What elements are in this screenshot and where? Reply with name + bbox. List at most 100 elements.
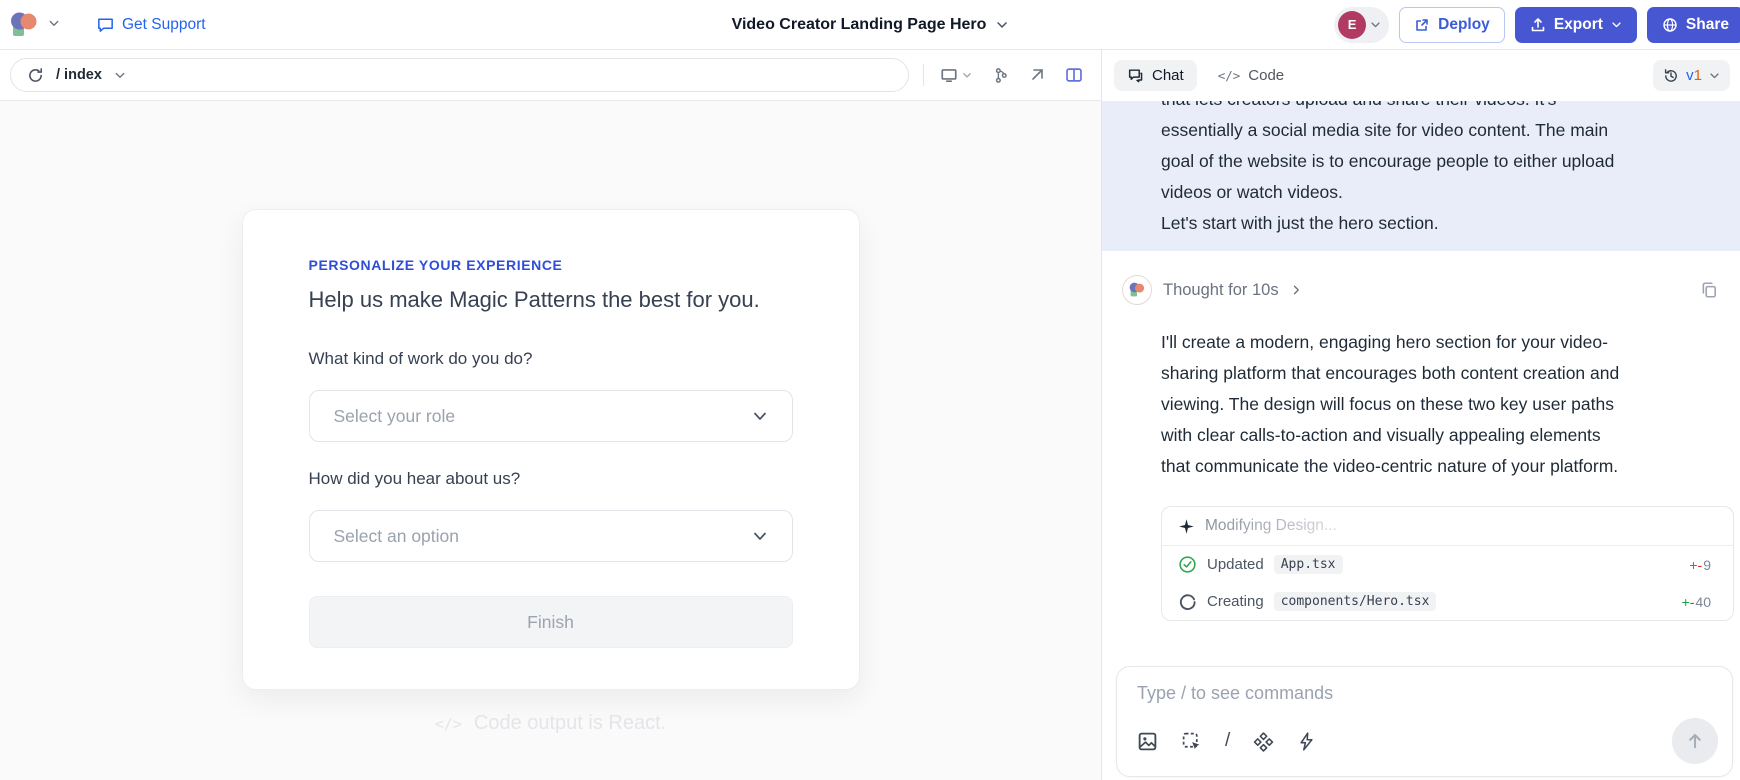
version-label-v: v bbox=[1686, 67, 1694, 84]
chevron-down-icon bbox=[1611, 19, 1622, 30]
diff-minus: - bbox=[1690, 594, 1695, 610]
preview-toolbar: / index bbox=[0, 50, 1101, 101]
topbar-right-group: E Deploy Export bbox=[1334, 7, 1740, 43]
task-row-updated[interactable]: Updated App.tsx +-9 bbox=[1162, 546, 1733, 583]
copy-message-button[interactable] bbox=[1698, 279, 1720, 301]
file-chip[interactable]: App.tsx bbox=[1274, 555, 1343, 574]
account-menu-button[interactable]: E bbox=[1334, 7, 1389, 43]
chevron-down-icon bbox=[1370, 19, 1381, 30]
chevron-down-icon bbox=[752, 528, 768, 544]
share-label: Share bbox=[1686, 16, 1729, 34]
chat-input[interactable] bbox=[1137, 683, 1712, 719]
diff-plus: + bbox=[1689, 557, 1697, 573]
component-tree-button[interactable] bbox=[990, 65, 1011, 86]
upload-icon bbox=[1530, 17, 1546, 33]
deploy-icon bbox=[1414, 17, 1430, 33]
arrow-up-icon bbox=[1685, 731, 1705, 751]
magic-patterns-logo bbox=[10, 11, 38, 39]
project-title-dropdown[interactable]: Video Creator Landing Page Hero bbox=[732, 16, 1009, 34]
quick-actions-button[interactable] bbox=[1297, 732, 1316, 751]
export-button[interactable]: Export bbox=[1515, 7, 1637, 43]
chevron-down-icon bbox=[995, 18, 1008, 31]
export-label: Export bbox=[1554, 16, 1603, 34]
lightning-icon bbox=[1297, 732, 1316, 751]
components-button[interactable] bbox=[1253, 731, 1274, 752]
select-element-button[interactable] bbox=[1181, 731, 1202, 752]
chat-pane: Chat </> Code v1 that lets creat bbox=[1102, 50, 1740, 780]
role-select-value: Select your role bbox=[334, 406, 752, 427]
top-bar: Get Support Video Creator Landing Page H… bbox=[0, 0, 1740, 50]
globe-icon bbox=[1662, 17, 1678, 33]
slash-command-button[interactable]: / bbox=[1225, 730, 1230, 752]
diff-minus: - bbox=[1698, 557, 1703, 573]
task-card-header: Modifying Design... bbox=[1162, 507, 1733, 546]
diff-count: 9 bbox=[1703, 557, 1711, 573]
workspace-menu-button[interactable] bbox=[46, 15, 62, 34]
chevron-down-icon bbox=[48, 17, 60, 32]
components-icon bbox=[1253, 731, 1274, 752]
deploy-button[interactable]: Deploy bbox=[1399, 7, 1505, 43]
open-in-new-tab-button[interactable] bbox=[1027, 65, 1047, 85]
finish-button[interactable]: Finish bbox=[309, 596, 793, 648]
versions-tree-icon bbox=[992, 67, 1009, 84]
version-selector[interactable]: v1 bbox=[1653, 60, 1730, 91]
diff-plus: + bbox=[1682, 594, 1690, 610]
chat-input-box: / bbox=[1116, 666, 1733, 777]
role-select[interactable]: Select your role bbox=[309, 390, 793, 442]
tab-chat[interactable]: Chat bbox=[1114, 60, 1197, 91]
code-icon: </> bbox=[435, 715, 462, 733]
modal-eyebrow: PERSONALIZE YOUR EXPERIENCE bbox=[309, 257, 793, 273]
file-chip[interactable]: components/Hero.tsx bbox=[1274, 592, 1437, 611]
role-question-label: What kind of work do you do? bbox=[309, 349, 793, 369]
code-output-label: Code output is React. bbox=[474, 712, 666, 735]
chat-bubbles-icon bbox=[1127, 67, 1144, 84]
task-progress-card: Modifying Design... Updated App.tsx +-9 bbox=[1161, 506, 1734, 621]
avatar: E bbox=[1338, 11, 1366, 39]
speech-bubble-icon bbox=[96, 15, 115, 34]
tab-code[interactable]: </> Code bbox=[1205, 60, 1297, 91]
history-icon bbox=[1663, 68, 1679, 84]
thought-row[interactable]: Thought for 10s bbox=[1122, 275, 1720, 305]
chevron-down-icon bbox=[1709, 70, 1720, 81]
check-circle-icon bbox=[1178, 555, 1197, 574]
split-view-button[interactable] bbox=[1063, 64, 1085, 86]
assistant-avatar bbox=[1122, 275, 1152, 305]
chevron-down-icon bbox=[114, 69, 126, 81]
task-status-label: Modifying Design... bbox=[1205, 517, 1337, 535]
task-row-creating[interactable]: Creating components/Hero.tsx +-40 bbox=[1162, 583, 1733, 620]
task-action: Updated bbox=[1207, 556, 1264, 573]
split-panel-icon bbox=[1065, 66, 1083, 84]
source-question-label: How did you hear about us? bbox=[309, 469, 793, 489]
device-size-button[interactable] bbox=[938, 64, 974, 86]
get-support-button[interactable]: Get Support bbox=[96, 15, 206, 34]
copy-icon bbox=[1700, 281, 1718, 299]
slash-icon: / bbox=[1225, 730, 1230, 752]
thought-label: Thought for 10s bbox=[1163, 281, 1279, 300]
magic-patterns-app: Get Support Video Creator Landing Page H… bbox=[0, 0, 1740, 780]
chat-toolbar: Chat </> Code v1 bbox=[1102, 50, 1740, 101]
personalize-modal: PERSONALIZE YOUR EXPERIENCE Help us make… bbox=[242, 209, 860, 690]
diff-count: 40 bbox=[1695, 594, 1711, 610]
project-title: Video Creator Landing Page Hero bbox=[732, 16, 987, 34]
chat-message-list: that lets creators upload and share thei… bbox=[1102, 101, 1740, 666]
sparkle-icon bbox=[1178, 518, 1195, 535]
deploy-label: Deploy bbox=[1438, 16, 1490, 34]
chevron-down-icon bbox=[962, 70, 972, 80]
send-button[interactable] bbox=[1672, 718, 1718, 764]
source-select-value: Select an option bbox=[334, 526, 752, 547]
diff-stats: +-9 bbox=[1689, 557, 1711, 573]
spinner-icon bbox=[1178, 592, 1197, 611]
get-support-label: Get Support bbox=[122, 16, 206, 34]
share-button[interactable]: Share bbox=[1647, 7, 1740, 43]
refresh-icon[interactable] bbox=[27, 67, 44, 84]
monitor-icon bbox=[940, 66, 958, 84]
attach-image-button[interactable] bbox=[1137, 731, 1158, 752]
image-icon bbox=[1137, 731, 1158, 752]
preview-canvas: PERSONALIZE YOUR EXPERIENCE Help us make… bbox=[0, 101, 1101, 780]
code-output-note: </> Code output is React. bbox=[435, 712, 666, 735]
toolbar-divider bbox=[923, 64, 924, 86]
tab-chat-label: Chat bbox=[1152, 67, 1184, 84]
source-select[interactable]: Select an option bbox=[309, 510, 793, 562]
diff-stats: +-40 bbox=[1682, 594, 1711, 610]
route-selector[interactable]: / index bbox=[10, 58, 909, 92]
